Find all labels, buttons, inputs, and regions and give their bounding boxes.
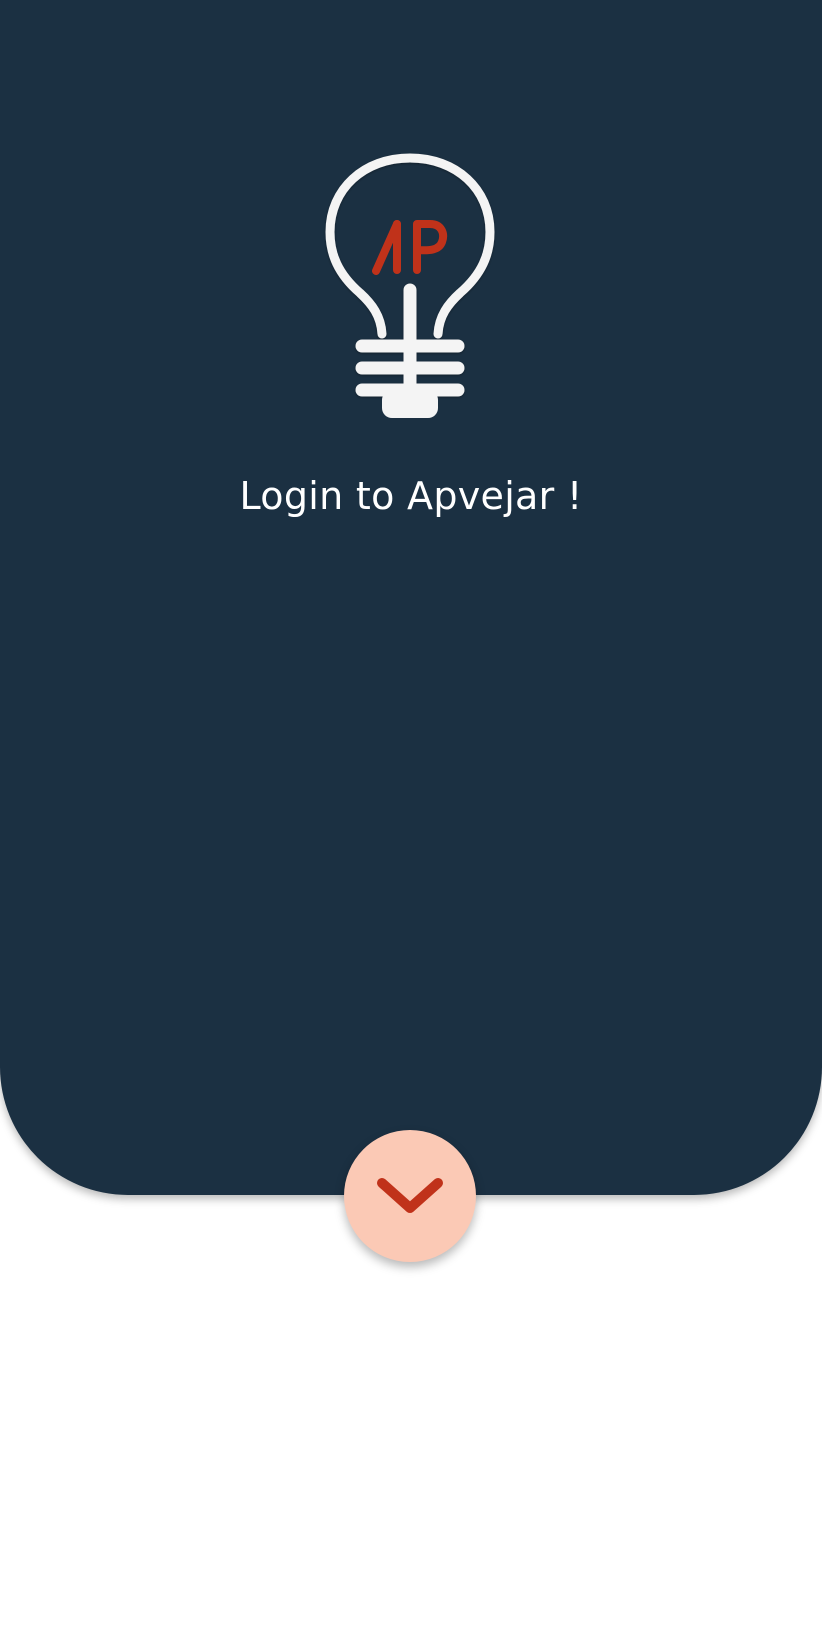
- login-hero-panel: Login to Apvejar !: [0, 0, 822, 1195]
- chevron-down-icon: [377, 1178, 443, 1213]
- lightbulb-logo-icon: [318, 150, 502, 424]
- expand-login-button[interactable]: [344, 1130, 476, 1262]
- login-screen: Login to Apvejar !: [0, 0, 822, 1646]
- login-title: Login to Apvejar !: [239, 474, 583, 518]
